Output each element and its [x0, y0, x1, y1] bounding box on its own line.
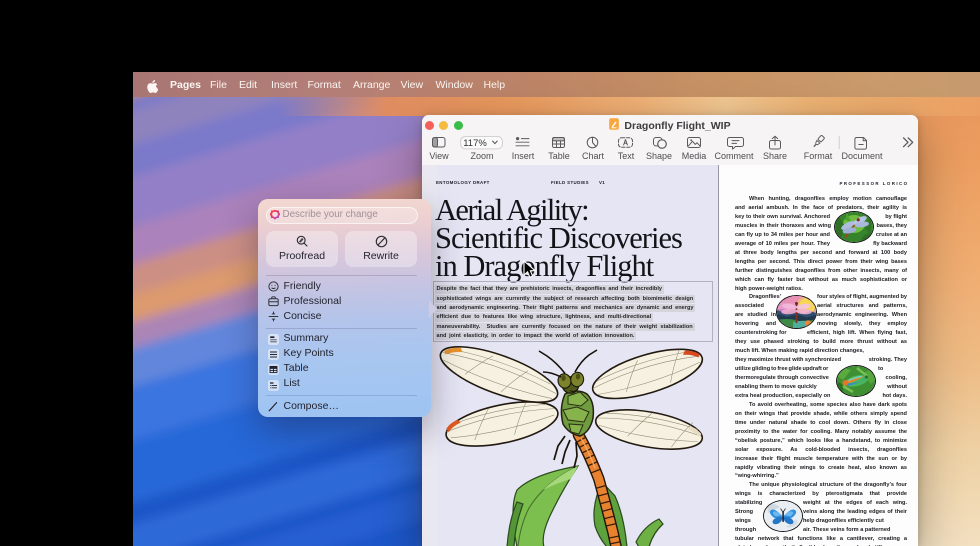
svg-text:117%: 117%: [463, 138, 487, 149]
